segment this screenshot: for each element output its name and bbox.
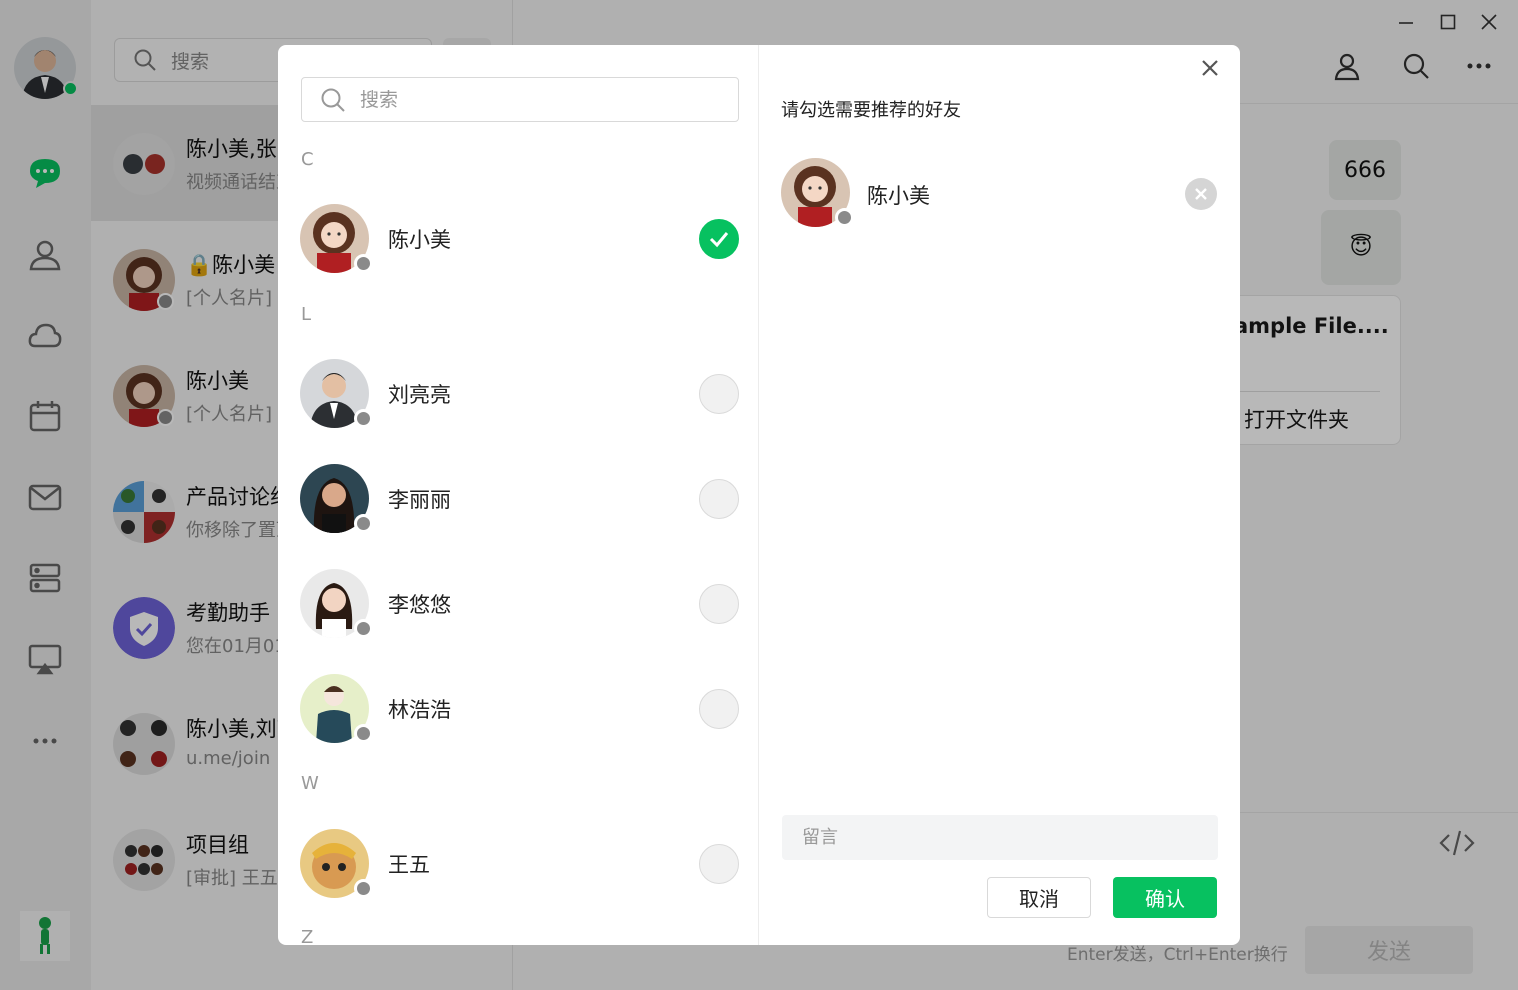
- contact-picker: C 陈小美 L 刘亮亮 李丽丽 李悠悠: [278, 45, 759, 945]
- contact-name: 林浩浩: [388, 698, 451, 722]
- contact-checkbox[interactable]: [699, 844, 739, 884]
- contact-name: 李丽丽: [388, 488, 451, 512]
- message-note-input[interactable]: [782, 815, 1218, 860]
- close-icon[interactable]: [1199, 57, 1221, 79]
- contact-checkbox[interactable]: [699, 479, 739, 519]
- offline-status-dot: [835, 208, 854, 227]
- offline-status-dot: [354, 619, 373, 638]
- contact-row[interactable]: 李丽丽: [278, 454, 758, 544]
- offline-status-dot: [354, 254, 373, 273]
- index-letter: L: [301, 304, 312, 325]
- contact-search-input[interactable]: [360, 88, 720, 111]
- index-letter: Z: [301, 927, 314, 945]
- offline-status-dot: [354, 724, 373, 743]
- contact-checkbox-checked[interactable]: [699, 219, 739, 259]
- offline-status-dot: [354, 409, 373, 428]
- index-letter: W: [301, 773, 319, 794]
- contact-row[interactable]: 陈小美: [278, 194, 758, 284]
- contact-checkbox[interactable]: [699, 374, 739, 414]
- contact-checkbox[interactable]: [699, 584, 739, 624]
- contact-name: 刘亮亮: [388, 383, 451, 407]
- contact-row[interactable]: 李悠悠: [278, 559, 758, 649]
- contact-name: 李悠悠: [388, 593, 451, 617]
- selected-panel-title: 请勾选需要推荐的好友: [781, 100, 961, 121]
- cancel-button[interactable]: 取消: [987, 877, 1091, 918]
- contact-search[interactable]: [301, 77, 739, 122]
- selected-contact: 陈小美: [759, 155, 1240, 235]
- remove-selected-button[interactable]: [1185, 178, 1217, 210]
- contact-row[interactable]: 刘亮亮: [278, 349, 758, 439]
- index-letter: C: [301, 149, 314, 170]
- contact-name: 王五: [388, 853, 430, 877]
- contact-row[interactable]: 林浩浩: [278, 664, 758, 754]
- selected-panel: 请勾选需要推荐的好友 陈小美 取消 确认: [759, 45, 1240, 945]
- offline-status-dot: [354, 514, 373, 533]
- contact-name: 陈小美: [388, 228, 451, 252]
- remove-icon: [1195, 188, 1207, 200]
- recommend-contact-dialog: C 陈小美 L 刘亮亮 李丽丽 李悠悠: [278, 45, 1240, 945]
- offline-status-dot: [354, 879, 373, 898]
- search-icon: [321, 88, 345, 112]
- contact-checkbox[interactable]: [699, 689, 739, 729]
- contact-row[interactable]: 王五: [278, 819, 758, 909]
- confirm-button[interactable]: 确认: [1113, 877, 1217, 918]
- check-icon: [709, 232, 729, 248]
- selected-contact-name: 陈小美: [867, 184, 930, 208]
